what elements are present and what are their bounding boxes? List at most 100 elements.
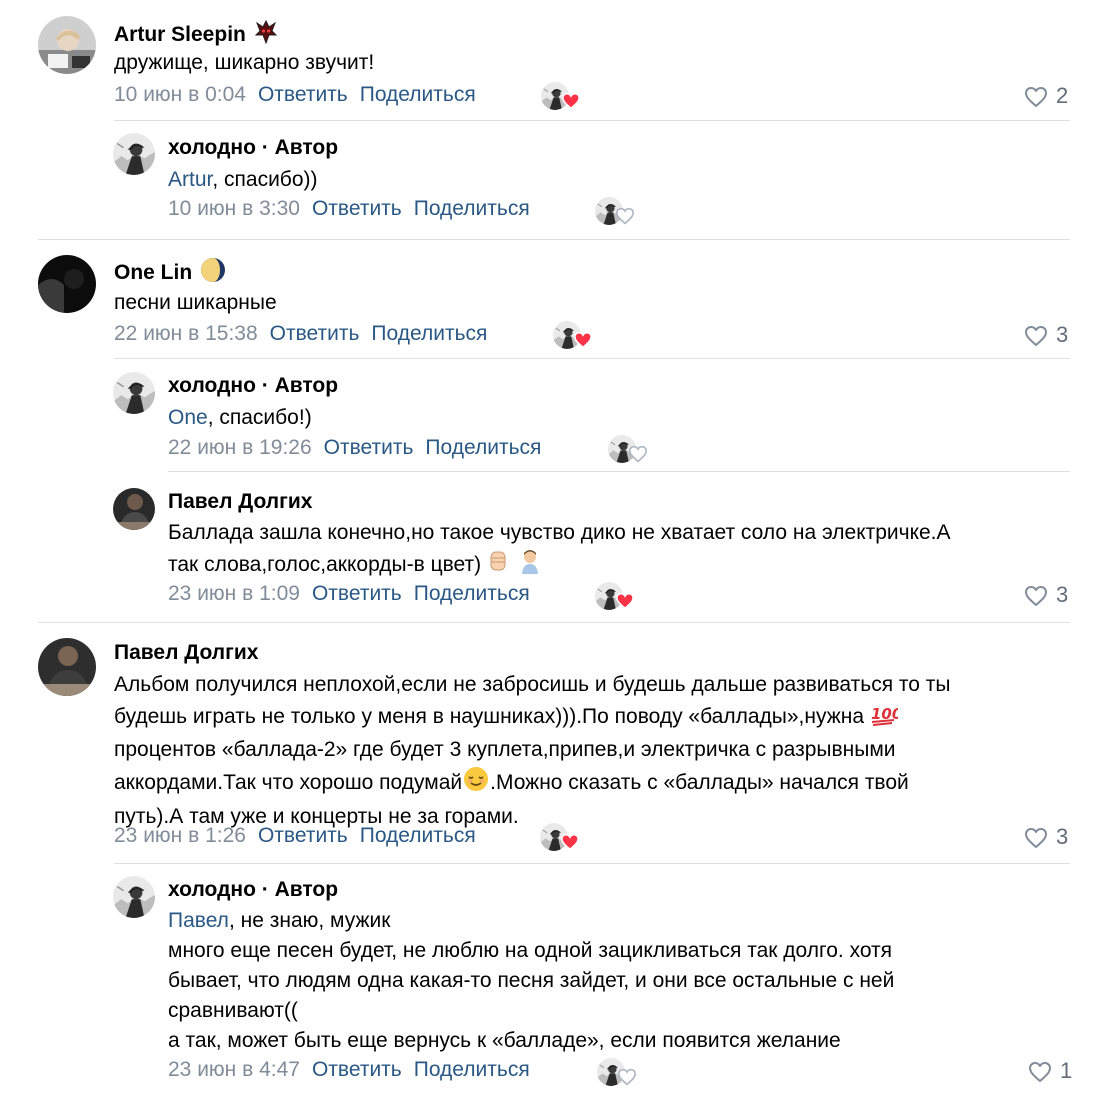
mention-link[interactable]: Artur (168, 168, 212, 191)
heart-filled-icon (573, 331, 593, 349)
share-button[interactable]: Поделиться (360, 824, 476, 847)
comment-date[interactable]: 23 июн в 1:26 (114, 824, 246, 847)
comment-meta: 23 июн в 1:26 Ответить Поделиться (114, 823, 476, 849)
comment: One Lin песни шикарные 22 июн в 15:38 Отв… (0, 240, 1108, 355)
avatar-image (113, 488, 155, 530)
comment-line-text: .Можно сказать с «баллады» начался твой (490, 771, 909, 795)
comment-date[interactable]: 23 июн в 4:47 (168, 1058, 300, 1081)
comment-meta: 23 июн в 4:47 Ответить Поделиться (168, 1057, 530, 1083)
comment-text: Альбом получился неплохой,если не заброс… (114, 670, 951, 832)
like-button[interactable]: 3 (1024, 320, 1068, 350)
avatar[interactable] (113, 133, 155, 175)
comment-text: Павел, не знаю, мужик много еще песен бу… (168, 906, 894, 1056)
comment-line: бывает, что людям одна какая-то песня за… (168, 969, 895, 992)
heart-outline-icon (628, 445, 648, 463)
avatar[interactable] (113, 876, 155, 918)
comment-author[interactable]: Павел Долгих (114, 640, 258, 666)
like-count: 3 (1056, 824, 1069, 849)
hundred-points-emoji-icon: 100 (870, 700, 902, 735)
avatar[interactable] (113, 488, 155, 530)
comment-author[interactable]: холодно · Автор (168, 373, 338, 399)
share-button[interactable]: Поделиться (360, 83, 476, 106)
avatar[interactable] (113, 372, 155, 414)
share-button[interactable]: Поделиться (371, 322, 487, 345)
heart-filled-icon (560, 833, 580, 851)
comment-text: Баллада зашла конечно,но такое чувство д… (168, 518, 951, 583)
reply-button[interactable]: Ответить (312, 197, 402, 220)
avatar-image (113, 133, 155, 175)
avatar-image (113, 372, 155, 414)
comment: Artur Sleepin дружище, шикарно звучит! 1… (0, 0, 1108, 120)
like-count: 2 (1056, 83, 1069, 108)
avatar[interactable] (38, 255, 96, 313)
comment-line: Павел, не знаю, мужик (168, 906, 894, 936)
comment-author[interactable]: One Lin (114, 257, 226, 290)
comment-line-text: так слова,голос,аккорды-в цвет) (168, 553, 482, 577)
avatar[interactable] (38, 16, 96, 74)
comment-line-text: будешь играть не только у меня в наушник… (114, 705, 865, 729)
heart-filled-icon (615, 592, 635, 610)
comment-date[interactable]: 10 июн в 3:30 (168, 197, 300, 220)
like-count: 3 (1056, 582, 1069, 607)
heart-icon (1029, 1062, 1051, 1083)
comment-author[interactable]: холодно · Автор (168, 135, 338, 161)
avatar[interactable] (38, 638, 96, 696)
heart-icon (1025, 828, 1047, 849)
reply-button[interactable]: Ответить (324, 436, 414, 459)
like-button[interactable]: 1 (1028, 1056, 1072, 1086)
comment-reply: холодно · Автор Artur, спасибо)) 10 июн … (0, 121, 1108, 239)
heart-icon (1025, 586, 1047, 607)
author-liked-indicator (540, 823, 584, 853)
heart-icon (1025, 326, 1047, 347)
reply-button[interactable]: Ответить (258, 83, 348, 106)
author-name[interactable]: One Lin (114, 261, 192, 284)
author-like-indicator (595, 197, 639, 227)
comment: Павел Долгих Альбом получился неплохой,е… (0, 623, 1108, 863)
comment-meta: 23 июн в 1:09 Ответить Поделиться (168, 581, 530, 607)
heart-filled-icon (561, 92, 581, 110)
reply-button[interactable]: Ответить (258, 824, 348, 847)
share-button[interactable]: Поделиться (414, 197, 530, 220)
comment-date[interactable]: 22 июн в 15:38 (114, 322, 258, 345)
comment-line: сравнивают(( (168, 999, 298, 1022)
share-button[interactable]: Поделиться (425, 436, 541, 459)
relieved-face-emoji-icon (462, 765, 490, 802)
author-name[interactable]: Artur Sleepin (114, 23, 246, 46)
like-button[interactable]: 2 (1024, 81, 1068, 111)
comment-author[interactable]: холодно · Автор (168, 877, 338, 903)
mention-link[interactable]: One (168, 406, 208, 429)
comment-date[interactable]: 22 июн в 19:26 (168, 436, 312, 459)
comment-date[interactable]: 23 июн в 1:09 (168, 582, 300, 605)
share-button[interactable]: Поделиться (414, 582, 530, 605)
reply-button[interactable]: Ответить (312, 1058, 402, 1081)
comment-line-text: , не знаю, мужик (228, 909, 391, 932)
comment-line-text: аккордами.Так что хорошо подумай (114, 771, 463, 795)
comment-line: так слова,голос,аккорды-в цвет) (168, 548, 951, 583)
mention-link[interactable]: Павел (168, 909, 229, 932)
comment-text: песни шикарные (114, 291, 277, 314)
reply-button[interactable]: Ответить (312, 582, 402, 605)
like-count: 1 (1060, 1058, 1073, 1083)
comment-meta: 10 июн в 3:30 Ответить Поделиться (168, 196, 530, 222)
comment-author[interactable]: Павел Долгих (168, 489, 312, 515)
like-button[interactable]: 3 (1024, 822, 1068, 852)
comment-reply: холодно · Автор Павел, не знаю, мужик мн… (0, 864, 1108, 1094)
comment-meta: 22 июн в 19:26 Ответить Поделиться (168, 435, 541, 461)
comment-date[interactable]: 10 июн в 0:04 (114, 83, 246, 106)
reply-button[interactable]: Ответить (270, 322, 360, 345)
avatar-image (38, 16, 96, 74)
author-like-indicator (597, 1058, 641, 1088)
author-like-indicator (608, 435, 652, 465)
comment-text: One, спасибо!) (168, 403, 312, 433)
comment-line: а так, может быть еще вернусь к «балладе… (168, 1029, 841, 1052)
comment-body: , спасибо)) (212, 168, 318, 191)
moon-badge-icon (200, 257, 226, 290)
heart-outline-icon (615, 207, 635, 225)
like-button[interactable]: 3 (1024, 580, 1068, 610)
comment-text: дружище, шикарно звучит! (114, 51, 375, 74)
share-button[interactable]: Поделиться (414, 1058, 530, 1081)
comment-reply: Павел Долгих Баллада зашла конечно,но та… (0, 472, 1108, 622)
comment-meta: 22 июн в 15:38 Ответить Поделиться (114, 321, 487, 347)
raised-fist-emoji-icon (485, 548, 511, 583)
avatar-image (113, 876, 155, 918)
